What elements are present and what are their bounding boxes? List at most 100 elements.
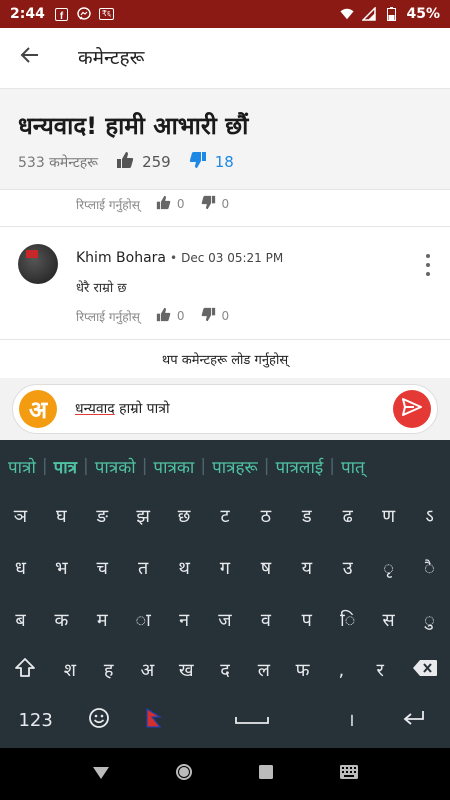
shift-key[interactable] [0, 646, 50, 694]
numbers-key[interactable]: 123 [0, 696, 71, 744]
key[interactable]: च [82, 544, 123, 592]
reply-link[interactable]: रिप्लाई गर्नुहोस् [76, 196, 140, 213]
key[interactable]: न [164, 596, 205, 644]
key[interactable]: ल [244, 646, 283, 694]
comment-input-text[interactable]: धन्यवाद हाम्रो पात्रो [75, 399, 170, 418]
article-header: धन्यवाद! हामी आभारी छौं 533 कमेन्टहरू 25… [0, 88, 450, 190]
comment-author[interactable]: Khim Bohara [76, 250, 166, 266]
space-key[interactable] [181, 696, 324, 744]
suggestion[interactable]: पात्रो [0, 455, 42, 478]
avatar[interactable] [18, 244, 58, 284]
key[interactable]: झ [123, 492, 164, 540]
key[interactable]: ट [205, 492, 246, 540]
dislike-count: 0 [221, 197, 230, 211]
key-row: ध भ च त थ ग ष य उ ृ ै [0, 544, 450, 592]
back-button[interactable] [0, 28, 60, 86]
suggestion[interactable]: पात्रहरू [206, 455, 264, 478]
key[interactable]: ढ [327, 492, 368, 540]
key[interactable]: ृ [368, 544, 409, 592]
battery-icon [384, 7, 398, 21]
key[interactable]: फ [283, 646, 322, 694]
arrow-left-icon [20, 45, 40, 69]
key[interactable]: प [286, 596, 327, 644]
emoji-key[interactable] [71, 696, 126, 744]
nav-back-button[interactable] [81, 754, 121, 794]
suggestion[interactable]: पात्रलाई [269, 455, 329, 478]
suggestion[interactable]: पात्रका [147, 455, 200, 478]
key[interactable]: घ [41, 492, 82, 540]
key[interactable]: ञ [0, 492, 41, 540]
key[interactable]: र [361, 646, 400, 694]
key[interactable]: ब [0, 596, 41, 644]
backspace-key[interactable] [400, 646, 450, 694]
nav-home-button[interactable] [164, 754, 204, 794]
key[interactable]: ह [89, 646, 128, 694]
triangle-down-icon [92, 765, 110, 784]
nav-recents-button[interactable] [246, 754, 286, 794]
key[interactable]: ु [409, 596, 450, 644]
key[interactable]: य [286, 544, 327, 592]
key[interactable]: ज [205, 596, 246, 644]
key[interactable]: त [123, 544, 164, 592]
key[interactable]: उ [327, 544, 368, 592]
nepal-flag-icon [146, 707, 162, 733]
reply-link[interactable]: रिप्लाई गर्नुहोस् [76, 308, 140, 325]
comment-input[interactable]: अ धन्यवाद हाम्रो पात्रो [12, 384, 438, 434]
key[interactable]: स [368, 596, 409, 644]
period-key[interactable]: । [324, 696, 379, 744]
key[interactable]: अ [128, 646, 167, 694]
app-badge: ₹६ [98, 8, 115, 20]
comment-dislike-button[interactable]: 0 [201, 195, 230, 213]
article-dislike-button[interactable]: 18 [189, 151, 234, 173]
separator: • [170, 251, 178, 265]
space-icon [234, 710, 270, 731]
key[interactable]: ग [205, 544, 246, 592]
key[interactable]: ड [286, 492, 327, 540]
key[interactable]: ा [123, 596, 164, 644]
key[interactable]: व [245, 596, 286, 644]
keyboard-switch-button[interactable] [329, 754, 369, 794]
comment-like-button[interactable]: 0 [156, 307, 185, 325]
key[interactable]: थ [164, 544, 205, 592]
system-nav-bar [0, 748, 450, 800]
dislike-count: 18 [214, 153, 234, 171]
language-key[interactable] [126, 696, 181, 744]
key[interactable]: द [206, 646, 245, 694]
key[interactable]: ङ [82, 492, 123, 540]
key[interactable]: ऽ [409, 492, 450, 540]
key[interactable]: भ [41, 544, 82, 592]
key[interactable]: ण [368, 492, 409, 540]
key[interactable]: म [82, 596, 123, 644]
key[interactable]: , [322, 646, 361, 694]
facebook-icon: f [55, 7, 69, 21]
battery-percent: 45% [406, 6, 440, 22]
key[interactable]: छ [164, 492, 205, 540]
suggestion[interactable]: पात् [335, 455, 371, 478]
more-options-icon[interactable] [420, 254, 436, 276]
comment-count: 533 कमेन्टहरू [18, 154, 99, 171]
like-count: 259 [142, 153, 171, 171]
article-like-button[interactable]: 259 [116, 151, 171, 173]
key[interactable]: ख [167, 646, 206, 694]
shift-icon [14, 657, 36, 684]
key[interactable]: श [50, 646, 89, 694]
key[interactable]: ै [409, 544, 450, 592]
send-button[interactable] [393, 390, 431, 428]
comment-dislike-button[interactable]: 0 [201, 307, 229, 325]
key[interactable]: ि [327, 596, 368, 644]
svg-text:f: f [60, 11, 64, 21]
enter-key[interactable] [379, 696, 450, 744]
key[interactable]: ष [245, 544, 286, 592]
article-meta: 533 कमेन्टहरू 259 18 [18, 151, 234, 173]
load-more-button[interactable]: थप कमेन्टहरू लोड गर्नुहोस् [0, 340, 450, 378]
suggestion[interactable]: पात्रको [89, 455, 142, 478]
thumbs-down-icon [189, 151, 207, 173]
thumbs-down-icon [201, 307, 216, 325]
suggestion[interactable]: पात्र [48, 455, 83, 478]
square-icon [258, 764, 274, 784]
key[interactable]: क [41, 596, 82, 644]
thumbs-up-icon [156, 195, 171, 213]
comment-like-button[interactable]: 0 [156, 195, 185, 213]
key[interactable]: ध [0, 544, 41, 592]
key[interactable]: ठ [245, 492, 286, 540]
